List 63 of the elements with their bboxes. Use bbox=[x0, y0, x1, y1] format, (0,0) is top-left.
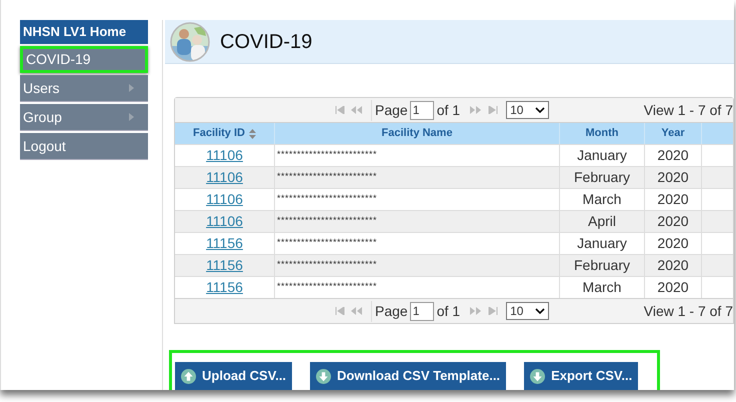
page-label: Page bbox=[371, 300, 408, 322]
table-cell-text: 2020 bbox=[657, 234, 689, 253]
table-cell-text: ************************* bbox=[277, 192, 378, 205]
table-cell-text: ************************* bbox=[277, 170, 378, 183]
table-cell-text: 2020 bbox=[657, 146, 689, 165]
submenu-arrow-icon bbox=[129, 84, 134, 92]
sidebar-item[interactable]: Logout bbox=[20, 133, 148, 160]
facility-link[interactable]: 11106 bbox=[206, 145, 243, 166]
page-size-select[interactable]: 10 bbox=[506, 101, 550, 119]
sidebar-item[interactable]: Users bbox=[20, 75, 148, 102]
page-size-select[interactable]: 10 bbox=[506, 302, 550, 320]
last-page-icon[interactable] bbox=[488, 307, 498, 315]
table-cell-text: 2020 bbox=[657, 212, 689, 231]
table-cell-text: January bbox=[577, 146, 627, 165]
table-cell-text: ************************* bbox=[277, 258, 378, 271]
sidebar-item[interactable]: COVID-19 bbox=[20, 46, 148, 73]
table-cell-text: February bbox=[574, 256, 630, 275]
download-icon bbox=[316, 368, 332, 384]
table-cell-text: ************************* bbox=[277, 280, 378, 293]
chevron-down-icon bbox=[535, 106, 546, 114]
table-cell-text: ************************* bbox=[277, 236, 378, 249]
sidebar-title[interactable]: NHSN LV1 Home bbox=[20, 20, 148, 44]
sort-icon bbox=[248, 128, 256, 138]
table-cell-text: January bbox=[577, 234, 627, 253]
upload-icon bbox=[181, 368, 196, 384]
facility-link[interactable]: 11156 bbox=[206, 277, 243, 298]
table-cell-text: February bbox=[574, 168, 630, 187]
table-cell-text: March bbox=[582, 278, 622, 297]
table-cell-text: 2020 bbox=[657, 190, 689, 209]
facility-link[interactable]: 11156 bbox=[206, 233, 243, 254]
table-cell-text: ************************* bbox=[277, 148, 378, 161]
first-page-icon[interactable] bbox=[335, 106, 345, 114]
table-cell-text: 2020 bbox=[657, 256, 689, 275]
facility-link[interactable]: 11106 bbox=[206, 189, 243, 210]
next-page-icon[interactable] bbox=[470, 106, 482, 114]
facility-link[interactable]: 11106 bbox=[206, 211, 243, 232]
facility-link[interactable]: 11156 bbox=[206, 255, 243, 276]
view-count: View 1 - 7 of 7 bbox=[644, 302, 733, 320]
page-count: of 1 bbox=[436, 302, 460, 320]
table-cell-text: 2020 bbox=[657, 278, 689, 297]
submenu-arrow-icon bbox=[129, 113, 134, 121]
next-page-icon[interactable] bbox=[470, 307, 482, 315]
last-page-icon[interactable] bbox=[488, 106, 498, 114]
action-button[interactable]: Download CSV Template... bbox=[310, 362, 506, 390]
previous-page-icon[interactable] bbox=[351, 307, 363, 315]
table-cell-text: 2020 bbox=[657, 168, 689, 187]
action-button[interactable]: Upload CSV... bbox=[175, 362, 292, 390]
table-cell-text: March bbox=[582, 190, 622, 209]
view-count: View 1 - 7 of 7 bbox=[644, 100, 733, 120]
page-title: COVID-19 bbox=[220, 30, 312, 54]
table-cell-text: ************************* bbox=[277, 214, 378, 227]
page-field[interactable]: 1 bbox=[410, 302, 434, 320]
page-field[interactable]: 1 bbox=[410, 100, 434, 120]
chevron-down-icon bbox=[535, 308, 546, 314]
first-page-icon[interactable] bbox=[335, 307, 345, 315]
sidebar-item[interactable]: Group bbox=[20, 104, 148, 131]
download-icon bbox=[530, 368, 546, 384]
action-button[interactable]: Export CSV... bbox=[524, 362, 638, 390]
page-label: Page bbox=[371, 100, 408, 120]
page-count: of 1 bbox=[436, 100, 460, 120]
table-cell-text: April bbox=[588, 212, 616, 231]
facility-link[interactable]: 11106 bbox=[206, 167, 243, 188]
previous-page-icon[interactable] bbox=[351, 106, 363, 114]
